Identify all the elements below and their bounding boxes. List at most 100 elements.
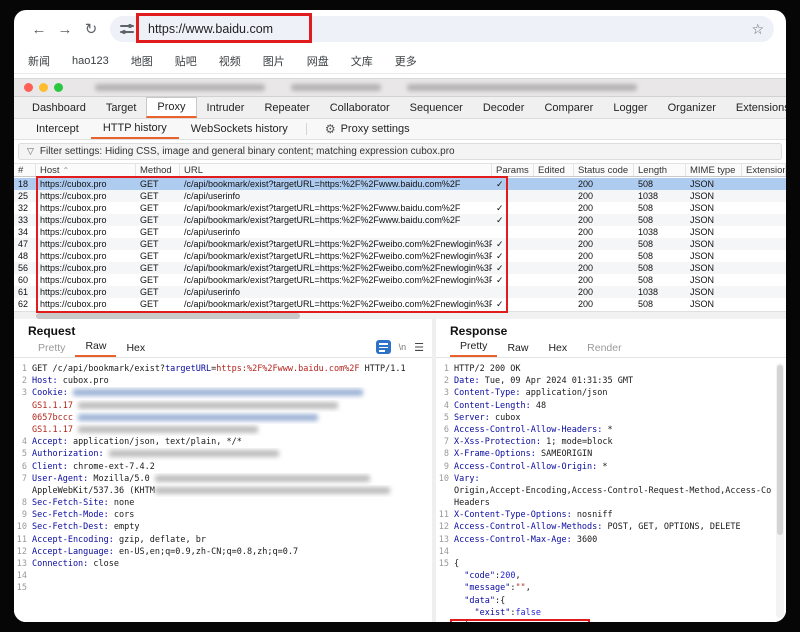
close-window-button[interactable]: [24, 83, 33, 92]
line-number: 12: [436, 521, 454, 533]
tab-organizer[interactable]: Organizer: [658, 97, 726, 118]
column-header-edited[interactable]: Edited: [534, 164, 574, 176]
editor-tab-render[interactable]: Render: [577, 342, 631, 357]
cell-length: 508: [634, 214, 686, 226]
cell-url: /c/api/bookmark/exist?targetURL=https:%2…: [180, 262, 492, 274]
subtab-proxy-settings[interactable]: ⚙Proxy settings: [313, 119, 422, 139]
response-code[interactable]: 1HTTP/2 200 OK2Date: Tue, 09 Apr 2024 01…: [436, 363, 786, 622]
newline-toggle[interactable]: \n: [399, 342, 407, 352]
line-number: [14, 424, 32, 436]
line-number: 13: [436, 534, 454, 546]
site-settings-icon[interactable]: [120, 23, 134, 35]
line-number: [436, 497, 454, 509]
bookmark-item-hao123[interactable]: hao123: [72, 55, 109, 67]
reload-icon[interactable]: ↻: [78, 20, 104, 38]
code-line: 9Sec-Fetch-Mode: cors: [14, 509, 432, 521]
tab-comparer[interactable]: Comparer: [534, 97, 603, 118]
minimize-window-button[interactable]: [39, 83, 48, 92]
table-row[interactable]: 47https://cubox.proGET/c/api/bookmark/ex…: [14, 238, 786, 250]
tab-sequencer[interactable]: Sequencer: [400, 97, 473, 118]
code-line: 13Connection: close: [14, 558, 432, 570]
zoom-window-button[interactable]: [54, 83, 63, 92]
editor-tab-raw[interactable]: Raw: [75, 340, 116, 357]
bookmark-item--[interactable]: 文库: [351, 53, 373, 69]
scrollbar-thumb[interactable]: [777, 365, 783, 535]
column-header-mime-type[interactable]: MIME type: [686, 164, 742, 176]
bookmark-item--[interactable]: 图片: [263, 53, 285, 69]
table-row[interactable]: 61https://cubox.proGET/c/api/userinfo200…: [14, 286, 786, 298]
bookmark-item--[interactable]: 更多: [395, 53, 417, 69]
cell-length: 508: [634, 178, 686, 190]
table-row[interactable]: 34https://cubox.proGET/c/api/userinfo200…: [14, 226, 786, 238]
bookmark-item--[interactable]: 地图: [131, 53, 153, 69]
bookmark-item--[interactable]: 贴吧: [175, 53, 197, 69]
table-row[interactable]: 33https://cubox.proGET/c/api/bookmark/ex…: [14, 214, 786, 226]
editor-tab-pretty[interactable]: Pretty: [28, 342, 75, 357]
bookmark-item--[interactable]: 新闻: [28, 53, 50, 69]
cell-params: [492, 226, 534, 238]
tab-logger[interactable]: Logger: [603, 97, 657, 118]
back-icon[interactable]: ←: [26, 21, 52, 38]
line-number: 12: [14, 546, 32, 558]
cell-params: [492, 190, 534, 202]
bookmark-star-icon[interactable]: ☆: [751, 21, 764, 38]
cell-num: 56: [14, 262, 36, 274]
response-vertical-scrollbar[interactable]: [776, 363, 784, 618]
table-row[interactable]: 25https://cubox.proGET/c/api/userinfo200…: [14, 190, 786, 202]
editor-tab-raw[interactable]: Raw: [497, 342, 538, 357]
table-horizontal-scrollbar[interactable]: [14, 311, 786, 319]
subtab-websockets-history[interactable]: WebSockets history: [179, 119, 300, 139]
column-header--[interactable]: #: [14, 164, 36, 176]
column-header-params[interactable]: Params: [492, 164, 534, 176]
line-number: [436, 485, 454, 497]
filter-settings-bar[interactable]: ▽ Filter settings: Hiding CSS, image and…: [18, 143, 782, 160]
code-line: 5Server: cubox: [436, 412, 786, 424]
tab-collaborator[interactable]: Collaborator: [320, 97, 400, 118]
editor-menu-icon[interactable]: ☰: [414, 341, 424, 354]
tab-decoder[interactable]: Decoder: [473, 97, 535, 118]
line-content: GS1.1.17: [32, 400, 432, 412]
table-row[interactable]: 18https://cubox.proGET/c/api/bookmark/ex…: [14, 178, 786, 190]
cell-status: 200: [574, 178, 634, 190]
search-panel-icon[interactable]: [376, 340, 391, 354]
column-header-url[interactable]: URL: [180, 164, 492, 176]
column-header-host[interactable]: Host⌃: [36, 164, 136, 176]
column-header-method[interactable]: Method: [136, 164, 180, 176]
tab-dashboard[interactable]: Dashboard: [22, 97, 96, 118]
tab-proxy[interactable]: Proxy: [146, 97, 196, 118]
filter-settings-text: Filter settings: Hiding CSS, image and g…: [40, 146, 455, 157]
cell-mime: JSON: [686, 190, 742, 202]
column-header-length[interactable]: Length: [634, 164, 686, 176]
forward-icon[interactable]: →: [52, 21, 78, 38]
line-content: X-Frame-Options: SAMEORIGIN: [454, 448, 786, 460]
tab-intruder[interactable]: Intruder: [197, 97, 255, 118]
editor-tab-hex[interactable]: Hex: [116, 342, 155, 357]
tab-target[interactable]: Target: [96, 97, 147, 118]
request-code[interactable]: 1GET /c/api/bookmark/exist?targetURL=htt…: [14, 363, 432, 622]
line-content: Access-Control-Allow-Methods: POST, GET,…: [454, 521, 786, 533]
tab-extensions[interactable]: Extensions: [726, 97, 786, 118]
subtab-http-history[interactable]: HTTP history: [91, 119, 179, 139]
table-row[interactable]: 56https://cubox.proGET/c/api/bookmark/ex…: [14, 262, 786, 274]
table-row[interactable]: 48https://cubox.proGET/c/api/bookmark/ex…: [14, 250, 786, 262]
cell-host: https://cubox.pro: [36, 226, 136, 238]
address-bar[interactable]: https://www.baidu.com ☆: [110, 16, 774, 42]
editor-tab-hex[interactable]: Hex: [538, 342, 577, 357]
editor-tab-pretty[interactable]: Pretty: [450, 340, 497, 357]
column-header-status-code[interactable]: Status code: [574, 164, 634, 176]
line-number: 7: [436, 436, 454, 448]
bookmark-item--[interactable]: 网盘: [307, 53, 329, 69]
line-content: Access-Control-Max-Age: 3600: [454, 534, 786, 546]
tab-repeater[interactable]: Repeater: [254, 97, 319, 118]
code-line: 0657bccc: [14, 412, 432, 424]
line-content: [32, 582, 432, 594]
column-header-extension[interactable]: Extension: [742, 164, 786, 176]
cell-host: https://cubox.pro: [36, 298, 136, 310]
table-row[interactable]: 32https://cubox.proGET/c/api/bookmark/ex…: [14, 202, 786, 214]
url-text[interactable]: https://www.baidu.com: [142, 20, 279, 38]
table-row[interactable]: 60https://cubox.proGET/c/api/bookmark/ex…: [14, 274, 786, 286]
subtab-intercept[interactable]: Intercept: [24, 119, 91, 139]
cell-status: 200: [574, 250, 634, 262]
table-row[interactable]: 62https://cubox.proGET/c/api/bookmark/ex…: [14, 298, 786, 310]
bookmark-item--[interactable]: 视频: [219, 53, 241, 69]
